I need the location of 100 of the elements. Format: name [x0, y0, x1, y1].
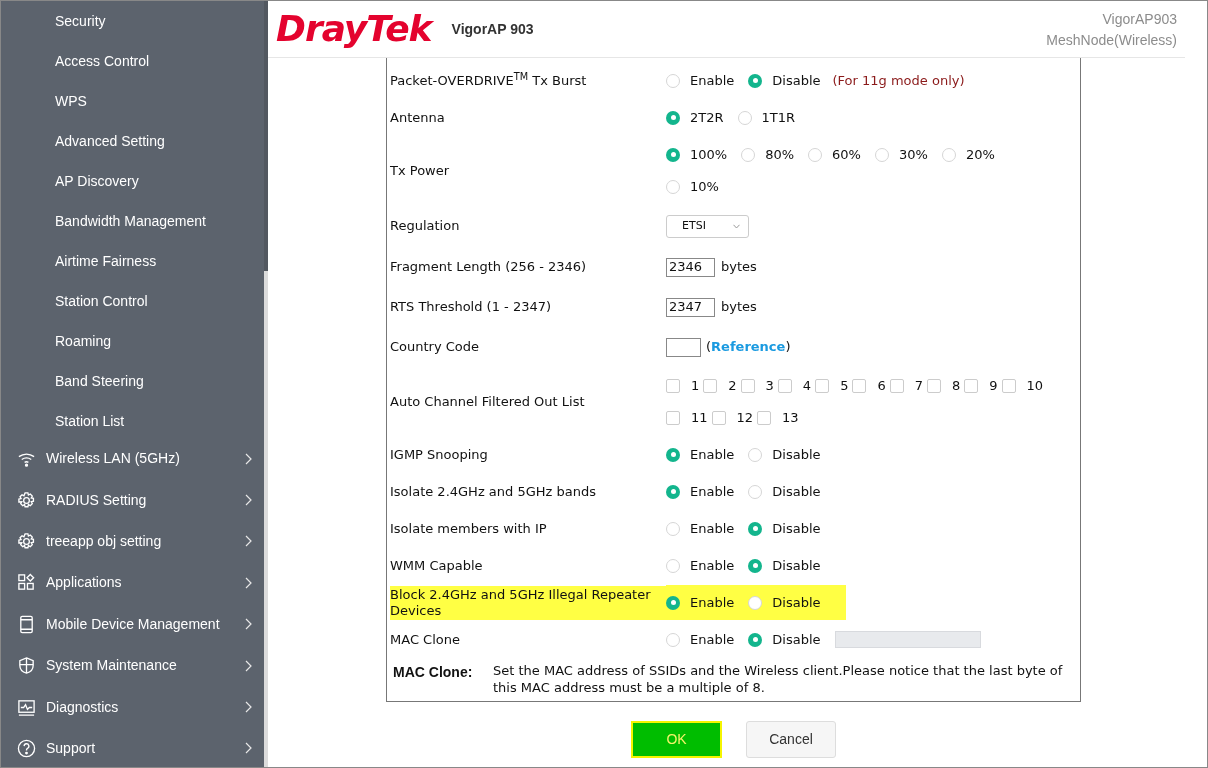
checkbox[interactable] — [666, 378, 680, 393]
mobile-icon — [17, 614, 36, 634]
setting-label: Isolate members with IP — [390, 519, 548, 538]
checkbox[interactable] — [889, 378, 904, 393]
checkbox[interactable] — [1001, 378, 1016, 393]
dropdown-caret-icon — [733, 223, 740, 229]
setting-label: Fragment Length (256 - 2346) — [390, 258, 588, 276]
scrollbar-thumb[interactable] — [264, 1, 268, 271]
radio-button[interactable] — [741, 147, 756, 162]
checkbox[interactable] — [815, 378, 830, 393]
channel-label: 11 — [691, 408, 708, 427]
option-label: Enable — [690, 445, 735, 464]
sidebar-item[interactable]: RADIUS Setting — [46, 489, 245, 511]
country-code-input[interactable] — [666, 337, 701, 357]
apps-icon — [17, 573, 36, 593]
unit-label: bytes — [721, 298, 757, 317]
model-name: VigorAP 903 — [451, 19, 534, 39]
checkbox[interactable] — [964, 378, 979, 393]
checkbox[interactable] — [926, 378, 941, 393]
channel-label: 4 — [802, 376, 812, 395]
option-label: Disable — [772, 630, 821, 649]
setting-label: MAC Clone — [390, 630, 461, 649]
radio-button[interactable] — [666, 595, 680, 610]
setting-label: Tx Power — [390, 161, 451, 180]
radio-button[interactable] — [748, 521, 763, 536]
sidebar-item[interactable]: Applications — [46, 572, 245, 594]
sidebar-subitem[interactable]: WPS — [1, 81, 264, 121]
sidebar-item[interactable]: Diagnostics — [46, 696, 245, 718]
radio-button[interactable] — [748, 484, 763, 499]
radio-button[interactable] — [666, 484, 680, 499]
option-label: 2T2R — [690, 108, 724, 127]
sidebar-item[interactable]: Wireless LAN (5GHz) — [46, 448, 245, 470]
sidebar-subitem[interactable]: Access Control — [1, 41, 264, 81]
sidebar-subitem[interactable]: Airtime Fairness — [1, 241, 264, 281]
setting-label: Block 2.4GHz and 5GHz Illegal Repeater Devices — [390, 585, 666, 620]
regulation-dropdown[interactable]: ETSI — [666, 214, 749, 238]
sidebar-item[interactable]: treeapp obj setting — [46, 530, 245, 552]
sidebar-subitem[interactable]: Advanced Setting — [1, 121, 264, 161]
sidebar-item[interactable]: Support — [46, 737, 245, 759]
radio-button[interactable] — [748, 595, 763, 610]
radio-button[interactable] — [666, 179, 680, 194]
radio-button[interactable] — [737, 110, 752, 125]
radio-button[interactable] — [666, 110, 680, 125]
checkbox[interactable] — [777, 378, 792, 393]
sidebar-subitem[interactable]: Band Steering — [1, 361, 264, 401]
chevron-icon — [245, 576, 252, 589]
checkbox[interactable] — [711, 410, 726, 425]
option-label: Enable — [690, 71, 735, 90]
setting-label: Packet-OVERDRIVE$^{TM}$ Tx Burst — [390, 71, 588, 90]
option-label: Enable — [690, 593, 735, 612]
chevron-icon — [245, 494, 252, 507]
radio-button[interactable] — [808, 147, 823, 162]
option-label: 80% — [765, 145, 795, 164]
help-text: Set the MAC address of SSIDs and the Wireless client.Please notice that the last byte of this MAC address must be a multiple of 8. — [493, 662, 1064, 696]
reference-link[interactable]: (Reference) — [706, 337, 791, 357]
radio-button[interactable] — [666, 521, 680, 536]
sidebar-subitem[interactable]: Station Control — [1, 281, 264, 321]
checkbox[interactable] — [852, 378, 867, 393]
help-icon — [17, 738, 36, 758]
radio-button[interactable] — [748, 558, 763, 573]
checkbox[interactable] — [666, 410, 680, 425]
shield-icon — [17, 656, 36, 676]
setting-label: Regulation — [390, 217, 461, 235]
checkbox[interactable] — [740, 378, 755, 393]
sidebar-subitem[interactable]: Roaming — [1, 321, 264, 361]
channel-label: 5 — [840, 376, 849, 395]
radio-button[interactable] — [666, 447, 680, 462]
sidebar-item[interactable]: System Maintenance — [46, 655, 245, 677]
option-label: 100% — [690, 145, 728, 164]
option-label: Disable — [772, 445, 821, 464]
sidebar-subitem[interactable]: Security — [1, 1, 264, 41]
radio-button[interactable] — [748, 447, 763, 462]
option-label: Disable — [772, 556, 821, 575]
chevron-icon — [245, 618, 252, 631]
radio-button[interactable] — [666, 632, 680, 647]
radio-button[interactable] — [666, 558, 680, 573]
radio-button[interactable] — [941, 147, 956, 162]
radio-button[interactable] — [666, 147, 680, 162]
checkbox[interactable] — [757, 410, 772, 425]
option-label: Enable — [690, 482, 735, 501]
text-input[interactable]: 2346 — [666, 257, 715, 277]
chevron-icon — [245, 452, 252, 465]
checkbox[interactable] — [703, 378, 718, 393]
sidebar-subitem[interactable]: AP Discovery — [1, 161, 264, 201]
chevron-icon — [245, 742, 252, 755]
cancel-button[interactable]: Cancel — [746, 721, 836, 758]
setting-label: WMM Capable — [390, 556, 484, 575]
help-term: MAC Clone: — [392, 663, 474, 682]
radio-button[interactable] — [666, 73, 680, 88]
radio-button[interactable] — [748, 632, 763, 647]
monitor-icon — [17, 697, 36, 717]
channel-label: 8 — [951, 376, 961, 395]
radio-button[interactable] — [875, 147, 889, 162]
setting-label: Isolate 2.4GHz and 5GHz bands — [390, 482, 597, 501]
sidebar-subitem[interactable]: Station List — [1, 401, 264, 441]
option-label: Enable — [690, 556, 735, 575]
radio-button[interactable] — [748, 73, 763, 88]
text-input[interactable]: 2347 — [666, 297, 715, 317]
sidebar-subitem[interactable]: Bandwidth Management — [1, 201, 264, 241]
sidebar-item[interactable]: Mobile Device Management — [46, 613, 245, 635]
